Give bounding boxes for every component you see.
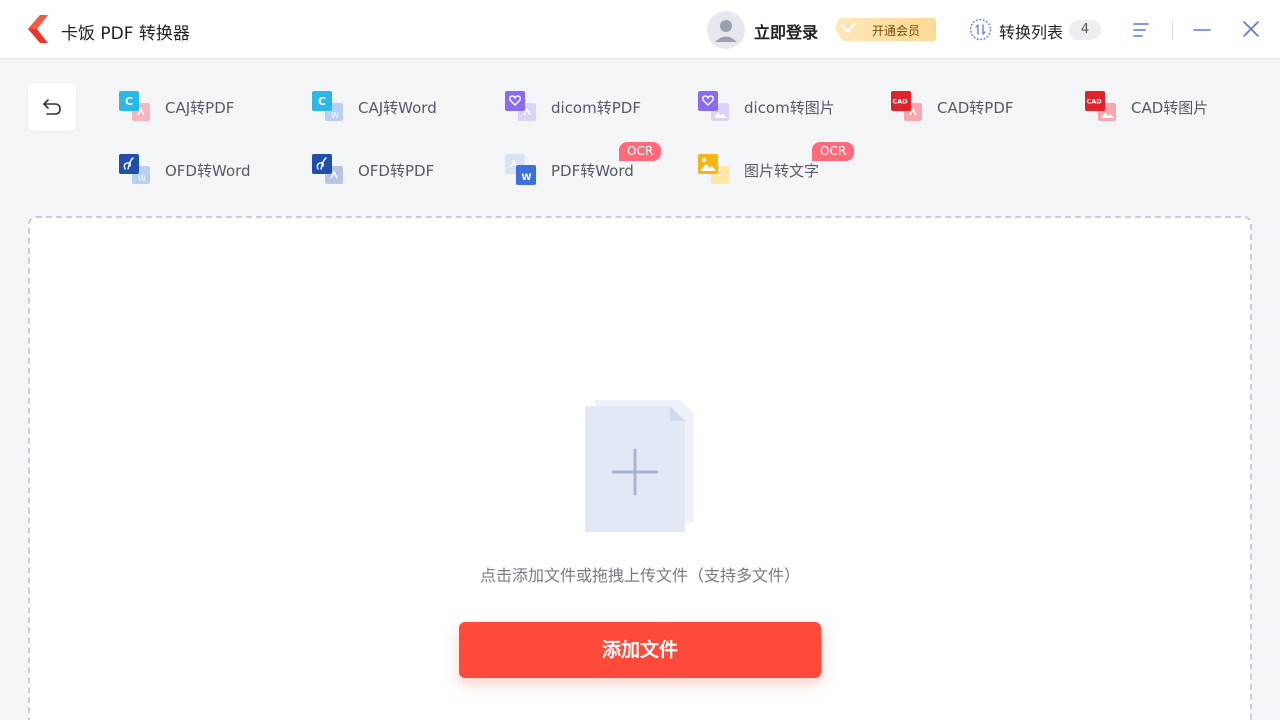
tool-image-to-text[interactable]: T 图片转文字 OCR [697, 142, 877, 189]
tool-label: OFD转PDF [358, 162, 435, 180]
title-bar: 卡饭 PDF 转换器 立即登录 开通会员 转换列表 4 [0, 0, 1280, 59]
svg-text:C: C [125, 95, 133, 108]
svg-text:W: W [331, 111, 339, 120]
tool-label: CAD转图片 [1131, 99, 1209, 117]
add-file-icon[interactable] [584, 398, 696, 536]
cad-to-image-icon: CAD [1085, 91, 1116, 121]
menu-icon[interactable] [1131, 21, 1151, 39]
tool-label: CAD转PDF [937, 99, 1014, 117]
svg-text:T: T [716, 174, 722, 183]
svg-text:W: W [522, 173, 532, 183]
image-to-text-icon: T [698, 154, 729, 184]
cad-to-pdf-icon: CAD [891, 91, 922, 121]
drop-hint-text: 点击添加文件或拖拽上传文件（支持多文件） [479, 566, 800, 585]
convert-list-button[interactable]: 转换列表 [999, 19, 1063, 43]
pdf-to-word-icon: W [505, 154, 536, 185]
tool-label: OFD转Word [165, 162, 251, 180]
back-button[interactable] [28, 83, 76, 131]
tool-ofd-to-pdf[interactable]: OFD转PDF [311, 149, 491, 189]
app-title: 卡饭 PDF 转换器 [61, 24, 190, 44]
ocr-badge: OCR [619, 142, 662, 161]
minimize-icon[interactable] [1192, 21, 1212, 39]
convert-list-count-badge: 4 [1069, 20, 1101, 40]
svg-text:C: C [318, 95, 326, 108]
dicom-to-image-icon [698, 91, 729, 121]
convert-list-icon[interactable] [969, 18, 992, 41]
tool-label: 图片转文字 [744, 162, 820, 180]
tool-dicom-to-pdf[interactable]: dicom转PDF [504, 86, 684, 126]
ofd-to-word-icon: W [119, 154, 150, 184]
svg-text:CAD: CAD [893, 98, 909, 106]
tool-caj-to-pdf[interactable]: C CAJ转PDF [118, 86, 298, 126]
tool-cad-to-pdf[interactable]: CAD CAD转PDF [890, 86, 1070, 126]
vip-label[interactable]: 开通会员 [872, 22, 920, 39]
tool-label: dicom转PDF [551, 99, 641, 117]
tool-label: CAJ转Word [358, 99, 437, 117]
titlebar-divider [1172, 20, 1173, 40]
caj-to-pdf-icon: C [119, 91, 150, 121]
tool-label: dicom转图片 [744, 99, 835, 117]
tool-ofd-to-word[interactable]: W OFD转Word [118, 149, 298, 189]
tool-label: CAJ转PDF [165, 99, 235, 117]
tool-label: PDF转Word [551, 162, 634, 180]
tool-dicom-to-image[interactable]: dicom转图片 [697, 86, 877, 126]
tool-pdf-to-word[interactable]: W PDF转Word OCR [504, 142, 684, 189]
ofd-to-pdf-icon [312, 154, 343, 184]
dicom-to-pdf-icon [505, 91, 536, 121]
svg-text:CAD: CAD [1087, 98, 1103, 106]
tool-caj-to-word[interactable]: W C CAJ转Word [311, 86, 491, 126]
user-icon [715, 20, 737, 42]
login-button[interactable]: 立即登录 [754, 19, 818, 43]
avatar[interactable] [707, 11, 745, 49]
undo-icon [43, 99, 61, 115]
svg-text:W: W [138, 174, 146, 183]
caj-to-word-icon: W C [312, 91, 343, 121]
add-file-button[interactable]: 添加文件 [459, 622, 821, 678]
ocr-badge: OCR [812, 142, 855, 161]
tool-cad-to-image[interactable]: CAD CAD转图片 [1084, 86, 1264, 126]
app-logo-icon [28, 15, 48, 43]
close-icon[interactable] [1241, 19, 1261, 39]
